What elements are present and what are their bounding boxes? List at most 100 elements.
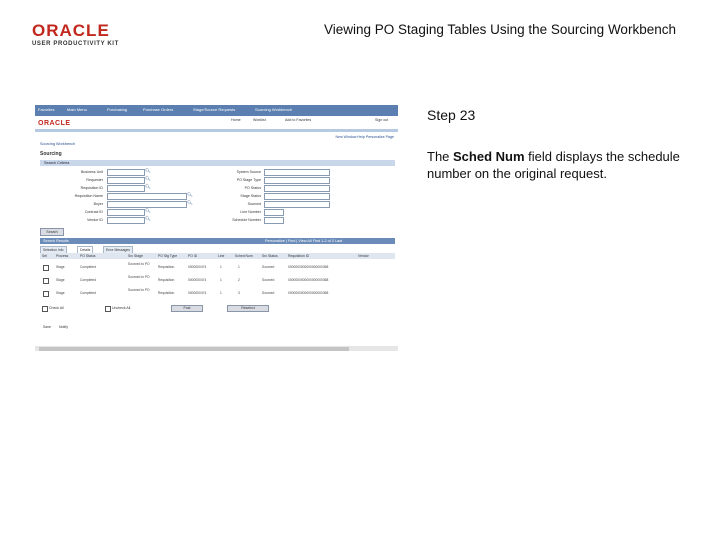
sched-num-cell: 3: [238, 291, 240, 295]
nav-main-menu[interactable]: Main Menu: [67, 107, 87, 112]
logo-wordmark: ORACLE: [32, 21, 110, 40]
process-cell: Stage: [56, 291, 65, 295]
check-all-label[interactable]: Check All: [49, 306, 64, 310]
application-screenshot: Favorites Main Menu Purchasing Purchase …: [35, 105, 398, 353]
po-status-cell: Completed: [80, 291, 96, 295]
stage-status-select[interactable]: [264, 193, 330, 200]
search-criteria-title: Search Criteria: [44, 161, 70, 165]
field-label: PO Status: [244, 186, 261, 190]
lookup-icon[interactable]: 🔍︎: [145, 216, 151, 222]
src-status-cell: Sourced: [262, 278, 275, 282]
field-label: Stage Status: [240, 194, 261, 198]
nav-favorites[interactable]: Favorites: [38, 107, 54, 112]
step-label: Step 23: [427, 107, 476, 123]
src-status-cell: Sourced: [262, 265, 275, 269]
menu-sign-out[interactable]: Sign out: [375, 118, 388, 122]
line-cell: 1: [220, 278, 222, 282]
nav-sourcing-workbench[interactable]: Sourcing Workbench: [255, 107, 292, 112]
stage-type-cell: Requisition: [158, 278, 175, 282]
field-label: Requisition ID: [80, 186, 103, 190]
sched-num-cell: 2: [238, 278, 240, 282]
vendor-id-input[interactable]: [107, 217, 145, 224]
field-label: Contract ID: [84, 210, 103, 214]
column-header: Requisition ID: [288, 254, 310, 258]
header-divider: [35, 129, 398, 132]
results-navigation[interactable]: Personalize | Find | View All First 1-2 …: [265, 239, 342, 243]
field-label: Requisition Name: [74, 194, 103, 198]
top-navigation-bar: Favorites Main Menu Purchasing Purchase …: [35, 105, 398, 116]
column-header: Vendor: [358, 254, 369, 258]
app-oracle-logo: ORACLE: [38, 120, 71, 127]
column-header: PO Stg Type: [158, 254, 178, 258]
column-header: Line: [218, 254, 225, 258]
business-unit-input[interactable]: [107, 169, 145, 176]
lookup-icon[interactable]: 🔍︎: [187, 192, 193, 198]
uncheck-all-checkbox[interactable]: [105, 306, 111, 312]
field-label: Schedule Number: [232, 218, 261, 222]
horizontal-scrollbar[interactable]: [35, 346, 398, 351]
row-select-checkbox[interactable]: [43, 291, 49, 297]
lookup-icon[interactable]: 🔍︎: [145, 176, 151, 182]
check-all-checkbox[interactable]: [42, 306, 48, 312]
line-number-input[interactable]: [264, 209, 284, 216]
po-status-cell: Completed: [80, 278, 96, 282]
breadcrumb[interactable]: Sourcing Workbench: [40, 142, 75, 146]
requester-input[interactable]: [107, 177, 145, 184]
contract-id-input[interactable]: [107, 209, 145, 216]
po-id-cell: 0000000474: [188, 265, 207, 269]
stage-type-cell: Requisition: [158, 291, 175, 295]
post-button[interactable]: Post: [171, 305, 203, 312]
po-id-cell: 0000000474: [188, 278, 207, 282]
search-criteria-header[interactable]: Search Criteria: [40, 160, 395, 166]
line-cell: 1: [220, 291, 222, 295]
nav-purchase-orders[interactable]: Purchase Orders: [143, 107, 173, 112]
system-source-select[interactable]: [264, 169, 330, 176]
sourced-select[interactable]: [264, 201, 330, 208]
search-results-header: Search Results Personalize | Find | View…: [40, 238, 395, 244]
po-stage-type-select[interactable]: [264, 177, 330, 184]
process-cell: Stage: [56, 265, 65, 269]
step-description: The Sched Num field displays the schedul…: [427, 149, 680, 181]
lookup-icon[interactable]: 🔍︎: [145, 168, 151, 174]
menu-home[interactable]: Home: [231, 118, 241, 122]
field-label: Requester: [86, 178, 103, 182]
schedule-number-input[interactable]: [264, 217, 284, 224]
field-label: Buyer: [93, 202, 103, 206]
stage-type-cell: Requisition: [158, 265, 175, 269]
requisition-id-cell: 0000000000000000000368: [288, 265, 329, 269]
notify-link[interactable]: Notify: [59, 325, 68, 329]
field-label: Vendor ID: [87, 218, 103, 222]
line-cell: 1: [220, 265, 222, 269]
section-title: Sourcing: [40, 151, 62, 157]
requisition-name-input[interactable]: [107, 193, 187, 200]
page-links[interactable]: New Window Help Personalize Page: [335, 135, 394, 139]
logo-subtitle: USER PRODUCTIVITY KIT: [32, 41, 119, 47]
src-stage-cell: Sourced to PO: [128, 288, 150, 292]
menu-worklist[interactable]: Worklist: [253, 118, 266, 122]
reselect-button[interactable]: Reselect: [227, 305, 269, 312]
field-label: Line Number: [240, 210, 261, 214]
field-label: Sourced: [247, 202, 261, 206]
table-row: Stage Completed Sourced to PO Requisitio…: [40, 262, 395, 274]
lookup-icon[interactable]: 🔍︎: [145, 208, 151, 214]
src-status-cell: Sourced: [262, 291, 275, 295]
requisition-id-cell: 0000000000000000000368: [288, 291, 329, 295]
po-status-select[interactable]: [264, 185, 330, 192]
nav-purchasing[interactable]: Purchasing: [107, 107, 127, 112]
nav-stage-source[interactable]: Stage/Source Requests: [193, 107, 235, 112]
row-select-checkbox[interactable]: [43, 265, 49, 271]
save-link[interactable]: Save: [43, 325, 51, 329]
column-header: Src Stage: [128, 254, 143, 258]
field-label: Business Unit: [81, 170, 103, 174]
row-select-checkbox[interactable]: [43, 278, 49, 284]
scrollbar-thumb[interactable]: [39, 346, 349, 351]
lookup-icon[interactable]: 🔍︎: [145, 184, 151, 190]
lookup-icon[interactable]: 🔍︎: [187, 200, 193, 206]
menu-add-favorites[interactable]: Add to Favorites: [285, 118, 311, 122]
column-header: Src Status: [262, 254, 278, 258]
uncheck-all-label[interactable]: Uncheck All: [112, 306, 130, 310]
src-stage-cell: Sourced to PO: [128, 275, 150, 279]
requisition-id-input[interactable]: [107, 185, 145, 192]
buyer-input[interactable]: [107, 201, 187, 208]
search-button[interactable]: Search: [40, 228, 64, 236]
